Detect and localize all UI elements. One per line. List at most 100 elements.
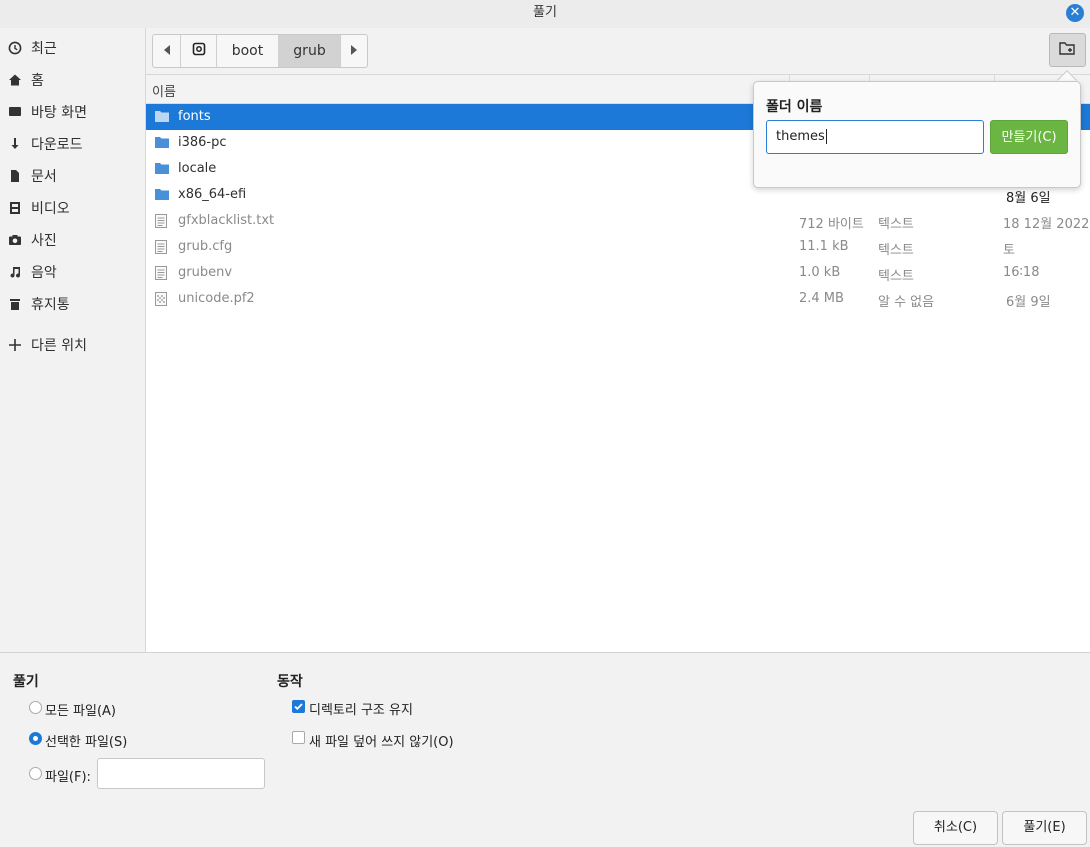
sidebar-item-pictures[interactable]: 사진 bbox=[0, 226, 145, 254]
sidebar-item-label: 바탕 화면 bbox=[31, 105, 87, 121]
file-modified: 토 bbox=[1003, 243, 1015, 258]
sidebar-item-videos[interactable]: 비디오 bbox=[0, 194, 145, 222]
actions-heading: 동작 bbox=[277, 674, 303, 690]
sidebar-item-label: 다른 위치 bbox=[31, 338, 87, 354]
extract-heading: 풀기 bbox=[13, 674, 39, 690]
sidebar: 최근 홈 바탕 화면 다운로드 문서 비디오 사진 음악 휴지통 다른 위치 bbox=[0, 28, 146, 652]
all-files-label[interactable]: 모든 파일(A) bbox=[45, 700, 116, 719]
file-modified: 18 12월 2022 bbox=[1003, 217, 1090, 232]
close-icon: ✕ bbox=[1069, 5, 1081, 20]
keep-structure-label[interactable]: 디렉토리 구조 유지 bbox=[309, 699, 413, 718]
extract-options: 풀기 모든 파일(A) 선택한 파일(S) 파일(F): 동작 디렉토리 구조 … bbox=[0, 652, 1090, 847]
desktop-icon bbox=[8, 105, 22, 119]
clock-icon bbox=[8, 41, 22, 55]
sidebar-item-trash[interactable]: 휴지통 bbox=[0, 290, 145, 318]
selected-files-label[interactable]: 선택한 파일(S) bbox=[45, 731, 127, 750]
cancel-button[interactable]: 취소(C) bbox=[913, 811, 998, 845]
file-name: gfxblacklist.txt bbox=[178, 213, 275, 228]
sidebar-item-home[interactable]: 홈 bbox=[0, 66, 145, 94]
title-bar: 풀기 ✕ bbox=[0, 0, 1090, 28]
drive-icon bbox=[192, 42, 206, 60]
file-type: 텍스트 bbox=[878, 243, 914, 258]
column-name-header[interactable]: 이름 bbox=[152, 81, 176, 100]
crumb-root-drive[interactable] bbox=[181, 35, 217, 67]
sidebar-item-label: 사진 bbox=[31, 233, 57, 249]
folder-icon bbox=[155, 188, 169, 202]
camera-icon bbox=[8, 233, 22, 247]
plus-icon bbox=[8, 338, 22, 352]
close-button[interactable]: ✕ bbox=[1066, 4, 1084, 22]
selected-files-radio[interactable] bbox=[29, 732, 42, 745]
sidebar-item-label: 홈 bbox=[31, 73, 44, 89]
crumb-grub[interactable]: grub bbox=[279, 35, 341, 67]
files-pattern-radio[interactable] bbox=[29, 767, 42, 780]
file-type: 텍스트 bbox=[878, 217, 914, 232]
breadcrumb: boot grub bbox=[152, 34, 368, 68]
new-folder-popover: 폴더 이름 themes 만들기(C) bbox=[753, 81, 1081, 188]
keep-structure-checkbox[interactable] bbox=[292, 700, 305, 713]
file-name: grubenv bbox=[178, 265, 233, 280]
document-icon bbox=[8, 169, 22, 183]
sidebar-item-music[interactable]: 음악 bbox=[0, 258, 145, 286]
files-pattern-label[interactable]: 파일(F): bbox=[45, 766, 91, 785]
sidebar-item-downloads[interactable]: 다운로드 bbox=[0, 130, 145, 158]
folder-icon bbox=[155, 162, 169, 176]
extract-button[interactable]: 풀기(E) bbox=[1002, 811, 1087, 845]
sidebar-item-recent[interactable]: 최근 bbox=[0, 34, 145, 62]
no-overwrite-checkbox[interactable] bbox=[292, 731, 305, 744]
folder-icon bbox=[155, 110, 169, 124]
create-folder-button[interactable]: 만들기(C) bbox=[990, 120, 1068, 154]
file-size: 1.0 kB bbox=[799, 265, 841, 280]
file-name: unicode.pf2 bbox=[178, 291, 255, 306]
chevron-right-icon bbox=[350, 43, 358, 59]
text-file-icon bbox=[155, 240, 169, 254]
file-name: x86_64-efi bbox=[178, 187, 247, 202]
file-type: 텍스트 bbox=[878, 269, 914, 284]
file-name: grub.cfg bbox=[178, 239, 233, 254]
all-files-radio[interactable] bbox=[29, 701, 42, 714]
sidebar-item-label: 비디오 bbox=[31, 201, 70, 217]
sidebar-item-label: 휴지통 bbox=[31, 297, 70, 313]
music-icon bbox=[8, 265, 22, 279]
list-item[interactable]: grubenv 1.0 kB 텍스트 16∶18 bbox=[146, 260, 1090, 286]
list-item[interactable]: gfxblacklist.txt 712 바이트 텍스트 18 12월 2022 bbox=[146, 208, 1090, 234]
trash-icon bbox=[8, 297, 22, 311]
popover-title: 폴더 이름 bbox=[766, 99, 823, 115]
back-button[interactable] bbox=[153, 35, 181, 67]
files-pattern-input[interactable] bbox=[97, 758, 265, 789]
crumb-boot[interactable]: boot bbox=[217, 35, 279, 67]
download-icon bbox=[8, 137, 22, 151]
home-icon bbox=[8, 73, 22, 87]
list-item[interactable]: grub.cfg 11.1 kB 텍스트 토 bbox=[146, 234, 1090, 260]
file-name: i386-pc bbox=[178, 135, 227, 150]
file-modified: 16∶18 bbox=[1003, 265, 1040, 280]
video-icon bbox=[8, 201, 22, 215]
folder-icon bbox=[155, 136, 169, 150]
sidebar-item-label: 최근 bbox=[31, 41, 57, 57]
folder-name-value: themes bbox=[776, 129, 825, 144]
window-title: 풀기 bbox=[533, 5, 557, 20]
folder-name-input[interactable]: themes bbox=[766, 120, 984, 154]
forward-button[interactable] bbox=[341, 35, 367, 67]
text-file-icon bbox=[155, 266, 169, 280]
new-folder-button[interactable] bbox=[1049, 33, 1086, 67]
chevron-left-icon bbox=[163, 43, 171, 59]
sidebar-item-other-locations[interactable]: 다른 위치 bbox=[0, 331, 145, 359]
file-size: 11.1 kB bbox=[799, 239, 849, 254]
no-overwrite-label[interactable]: 새 파일 덮어 쓰지 않기(O) bbox=[309, 731, 454, 750]
text-file-icon bbox=[155, 214, 169, 228]
file-size: 712 바이트 bbox=[799, 217, 864, 232]
path-bar: boot grub bbox=[146, 28, 1090, 75]
sidebar-item-label: 다운로드 bbox=[31, 137, 83, 153]
sidebar-item-label: 문서 bbox=[31, 169, 57, 185]
file-modified: 6월 9일 bbox=[1006, 295, 1051, 310]
file-type: 알 수 없음 bbox=[878, 295, 935, 310]
sidebar-item-documents[interactable]: 문서 bbox=[0, 162, 145, 190]
file-name: fonts bbox=[178, 109, 211, 124]
file-size: 2.4 MB bbox=[799, 291, 844, 306]
sidebar-item-label: 음악 bbox=[31, 265, 57, 281]
list-item[interactable]: unicode.pf2 2.4 MB 알 수 없음 6월 9일 bbox=[146, 286, 1090, 312]
new-folder-icon bbox=[1059, 41, 1076, 60]
binary-file-icon bbox=[155, 292, 169, 306]
sidebar-item-desktop[interactable]: 바탕 화면 bbox=[0, 98, 145, 126]
